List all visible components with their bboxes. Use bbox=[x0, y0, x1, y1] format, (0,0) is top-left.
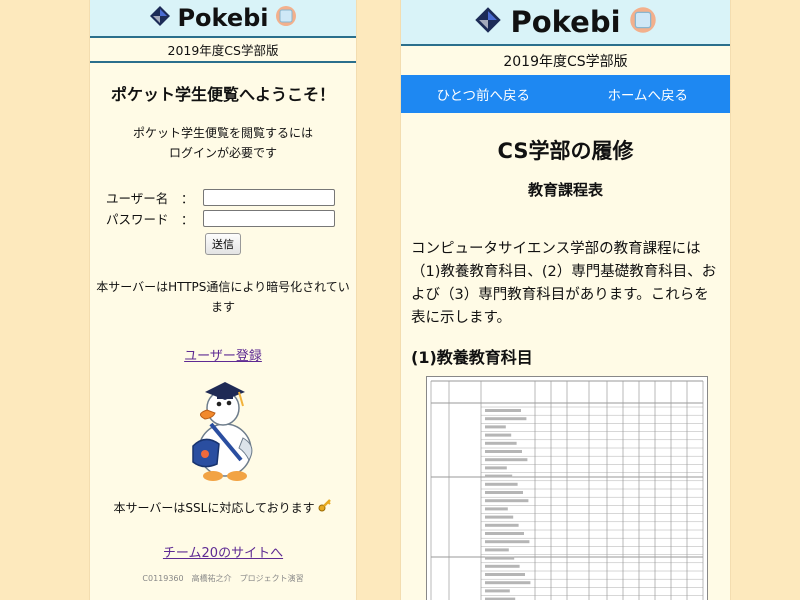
mascot-illustration bbox=[90, 372, 356, 484]
table-cell-text bbox=[485, 409, 521, 412]
app-title: Pokebi bbox=[510, 5, 621, 39]
password-colon: ： bbox=[181, 212, 194, 227]
table-cell-text bbox=[485, 450, 522, 453]
curriculum-screen: Pokebi 2019年度CS学部版 ひとつ前へ戻る ホームへ戻る CS学部の履… bbox=[401, 0, 730, 600]
key-icon bbox=[318, 499, 332, 515]
table-cell-text bbox=[485, 573, 525, 576]
table-cell-text bbox=[485, 589, 510, 593]
login-screen: Pokebi 2019年度CS学部版 ポケット学生便覧へようこそ！ ポケット学生… bbox=[90, 0, 356, 600]
table-cell-text bbox=[485, 548, 509, 552]
pokebi-logo-icon bbox=[149, 5, 171, 31]
table-cell-text bbox=[485, 482, 518, 486]
app-header: Pokebi bbox=[401, 0, 730, 44]
register-link[interactable]: ユーザー登録 bbox=[90, 345, 356, 364]
username-input[interactable] bbox=[203, 189, 335, 206]
username-colon: ： bbox=[181, 191, 194, 206]
notebook-icon bbox=[275, 5, 297, 31]
table-cell-text bbox=[485, 458, 528, 462]
password-row: パスワード ： bbox=[90, 208, 356, 229]
home-link[interactable]: ホームへ戻る bbox=[566, 84, 731, 104]
ssl-note: 本サーバーはSSLに対応しております bbox=[90, 498, 356, 516]
table-cell-text bbox=[485, 540, 530, 544]
team-site-link[interactable]: チーム20のサイトへ bbox=[90, 542, 356, 561]
login-note-line1: ポケット学生便覧を閲覧するには bbox=[132, 126, 313, 140]
table-cell-text bbox=[485, 564, 520, 568]
nav-bar: ひとつ前へ戻る ホームへ戻る bbox=[401, 75, 730, 113]
table-cell-text bbox=[485, 515, 514, 519]
table-cell-text bbox=[485, 433, 512, 437]
table-cell-text bbox=[485, 499, 529, 503]
submit-button[interactable]: 送信 bbox=[205, 233, 241, 255]
pokebi-logo-icon bbox=[474, 6, 502, 38]
table-cell-text bbox=[485, 523, 519, 527]
table-cell-text bbox=[485, 507, 508, 511]
intro-text: コンピュータサイエンス学部の教育課程には（1)教養教育科目、(2）専門基礎教育科… bbox=[411, 241, 717, 326]
welcome-heading: ポケット学生便覧へようこそ！ bbox=[110, 85, 335, 104]
curriculum-table-drawing bbox=[430, 380, 704, 600]
login-note: ポケット学生便覧を閲覧するには ログインが必要です bbox=[90, 123, 356, 163]
footer-credit: C0119360 高橋祐之介 プロジェクト演習 bbox=[142, 574, 304, 583]
table-cell-text bbox=[485, 417, 527, 421]
login-form: ユーザー名 ： パスワード ： 送信 bbox=[90, 187, 356, 255]
table-cell-text bbox=[485, 441, 517, 445]
table-cell-text bbox=[485, 425, 506, 429]
password-label: パスワード bbox=[106, 212, 169, 227]
back-link[interactable]: ひとつ前へ戻る bbox=[401, 84, 566, 104]
password-input[interactable] bbox=[203, 210, 335, 227]
section-title: (1)教養教育科目 bbox=[411, 348, 533, 367]
https-note: 本サーバーはHTTPS通信により暗号化されています bbox=[96, 280, 350, 314]
table-cell-text bbox=[485, 532, 524, 535]
username-label: ユーザー名 bbox=[106, 191, 169, 206]
edition-label: 2019年度CS学部版 bbox=[401, 44, 730, 75]
table-cell-text bbox=[485, 466, 507, 470]
table-cell-text bbox=[485, 581, 531, 585]
login-note-line2: ログインが必要です bbox=[168, 146, 277, 160]
username-row: ユーザー名 ： bbox=[90, 187, 356, 208]
app-header: Pokebi bbox=[90, 0, 356, 36]
page-title: CS学部の履修 bbox=[497, 139, 634, 163]
table-cell-text bbox=[485, 491, 523, 494]
curriculum-table-image bbox=[426, 376, 708, 600]
edition-label: 2019年度CS学部版 bbox=[90, 36, 356, 63]
table-cell-text bbox=[485, 556, 515, 560]
table-cell-text bbox=[485, 474, 513, 478]
app-title: Pokebi bbox=[177, 4, 269, 32]
page-subtitle: 教育課程表 bbox=[527, 181, 603, 199]
notebook-icon bbox=[629, 6, 657, 38]
ssl-note-text: 本サーバーはSSLに対応しております bbox=[113, 501, 315, 515]
